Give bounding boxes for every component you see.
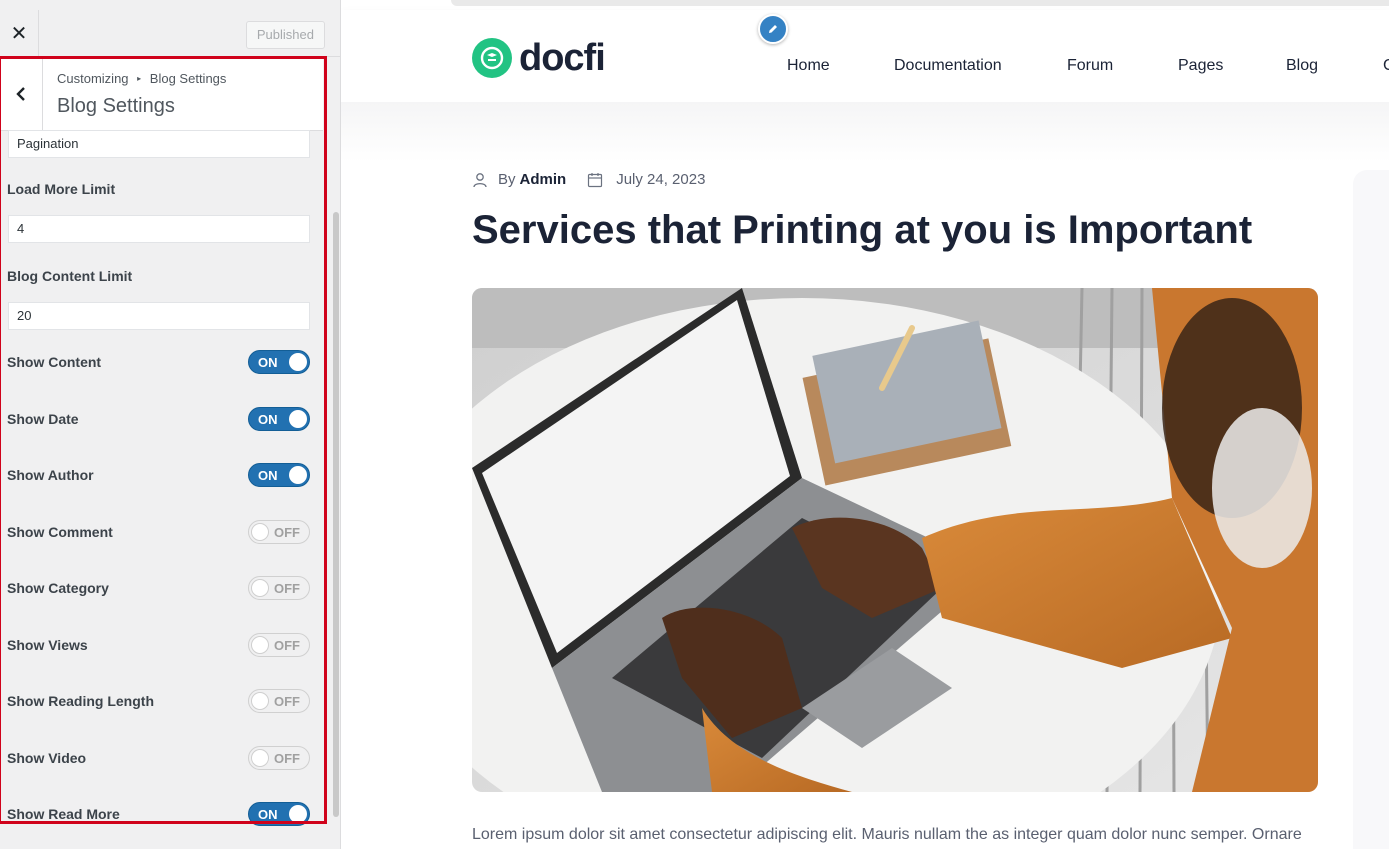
show-video-label: Show Video (7, 750, 87, 766)
show-date-toggle-knob (289, 410, 307, 428)
show-category-toggle-knob (251, 579, 269, 597)
breadcrumb-parent: Customizing (57, 71, 129, 86)
logo-icon (472, 38, 512, 78)
show-content-toggle[interactable]: ON (248, 350, 310, 374)
show-content-toggle-state: ON (258, 355, 278, 370)
show-views-label: Show Views (7, 637, 88, 653)
publish-button[interactable]: Published (245, 21, 325, 49)
header-shadow (341, 102, 1389, 162)
show-reading-length-toggle[interactable]: OFF (248, 689, 310, 713)
show-category-label: Show Category (7, 580, 109, 596)
breadcrumb-separator-icon: ▸ (137, 74, 142, 83)
nav-home[interactable]: Home (787, 57, 830, 75)
post-excerpt: Lorem ipsum dolor sit amet consectetur a… (472, 826, 1302, 843)
show-date-toggle[interactable]: ON (248, 407, 310, 431)
show-views-toggle[interactable]: OFF (248, 633, 310, 657)
show-video-toggle[interactable]: OFF (248, 746, 310, 770)
show-author-toggle[interactable]: ON (248, 463, 310, 487)
customizer-sidebar: ✕ Published Customizing ▸ Blog Settings … (0, 0, 341, 849)
user-icon (473, 172, 487, 187)
toggle-row-show-read-more: Show Read More ON (0, 801, 323, 829)
calendar-icon (588, 172, 603, 187)
toggle-row-show-category: Show Category OFF (0, 575, 323, 603)
section-title: Blog Settings (57, 95, 175, 117)
customizer-header: ✕ Published (0, 10, 340, 57)
site-preview: docfi Home Documentation Forum Pages Blo… (341, 0, 1389, 849)
toggle-row-show-video: Show Video OFF (0, 745, 323, 773)
toggle-row-show-content: Show Content ON (0, 349, 323, 377)
show-comment-label: Show Comment (7, 524, 113, 540)
show-category-toggle[interactable]: OFF (248, 576, 310, 600)
show-reading-length-label: Show Reading Length (7, 693, 154, 709)
show-date-toggle-state: ON (258, 412, 278, 427)
section-header: Customizing ▸ Blog Settings Blog Setting… (0, 57, 323, 131)
post-author[interactable]: Admin (520, 171, 567, 188)
by-label: By (498, 171, 516, 188)
show-comment-toggle-state: OFF (274, 525, 300, 540)
show-views-toggle-state: OFF (274, 638, 300, 653)
logo-text: docfi (519, 37, 606, 79)
site-header: docfi Home Documentation Forum Pages Blo… (341, 10, 1389, 102)
show-read-more-toggle[interactable]: ON (248, 802, 310, 826)
blog-content-limit-input[interactable]: 20 (8, 302, 310, 330)
nav-contact[interactable]: C (1383, 57, 1389, 75)
blog-content-limit-label: Blog Content Limit (7, 268, 133, 284)
toggle-row-show-date: Show Date ON (0, 406, 323, 434)
show-read-more-label: Show Read More (7, 806, 120, 822)
show-date-label: Show Date (7, 411, 79, 427)
post-featured-image (472, 288, 1318, 792)
show-read-more-toggle-knob (289, 805, 307, 823)
sidebar-widget-card (1353, 170, 1389, 849)
show-content-toggle-knob (289, 353, 307, 371)
toggle-row-show-reading-length: Show Reading Length OFF (0, 688, 323, 716)
show-category-toggle-state: OFF (274, 581, 300, 596)
chevron-left-icon (16, 86, 25, 101)
toggle-row-show-views: Show Views OFF (0, 632, 323, 660)
load-more-limit-label: Load More Limit (7, 181, 116, 197)
show-comment-toggle[interactable]: OFF (248, 520, 310, 544)
show-reading-length-toggle-state: OFF (274, 694, 300, 709)
load-more-limit-input[interactable]: 4 (8, 215, 310, 243)
toggle-row-show-author: Show Author ON (0, 462, 323, 490)
nav-pages[interactable]: Pages (1178, 57, 1223, 75)
pagination-select[interactable]: Pagination (8, 130, 310, 158)
show-views-toggle-knob (251, 636, 269, 654)
nav-forum[interactable]: Forum (1067, 57, 1113, 75)
show-author-toggle-knob (289, 466, 307, 484)
nav-documentation[interactable]: Documentation (894, 57, 1002, 75)
show-author-label: Show Author (7, 467, 94, 483)
back-button[interactable] (0, 57, 43, 130)
show-author-toggle-state: ON (258, 468, 278, 483)
show-video-toggle-knob (251, 749, 269, 767)
scrollbar-thumb[interactable] (333, 212, 339, 817)
show-read-more-toggle-state: ON (258, 807, 278, 822)
nav-blog[interactable]: Blog (1286, 57, 1318, 75)
site-logo[interactable]: docfi (472, 37, 606, 79)
edit-shortcut-pencil-icon[interactable] (758, 14, 788, 44)
breadcrumb-current: Blog Settings (149, 71, 227, 86)
toggle-row-show-comment: Show Comment OFF (0, 519, 323, 547)
close-customizer-button[interactable]: ✕ (0, 10, 39, 56)
browser-frame-edge (451, 0, 1389, 6)
show-comment-toggle-knob (251, 523, 269, 541)
post-title[interactable]: Services that Printing at you is Importa… (472, 208, 1252, 253)
show-content-label: Show Content (7, 354, 102, 370)
show-video-toggle-state: OFF (274, 751, 300, 766)
breadcrumb: Customizing ▸ Blog Settings (57, 71, 226, 86)
post-date: July 24, 2023 (616, 171, 706, 188)
show-reading-length-toggle-knob (251, 692, 269, 710)
post-meta: By Admin July 24, 2023 (472, 171, 705, 188)
